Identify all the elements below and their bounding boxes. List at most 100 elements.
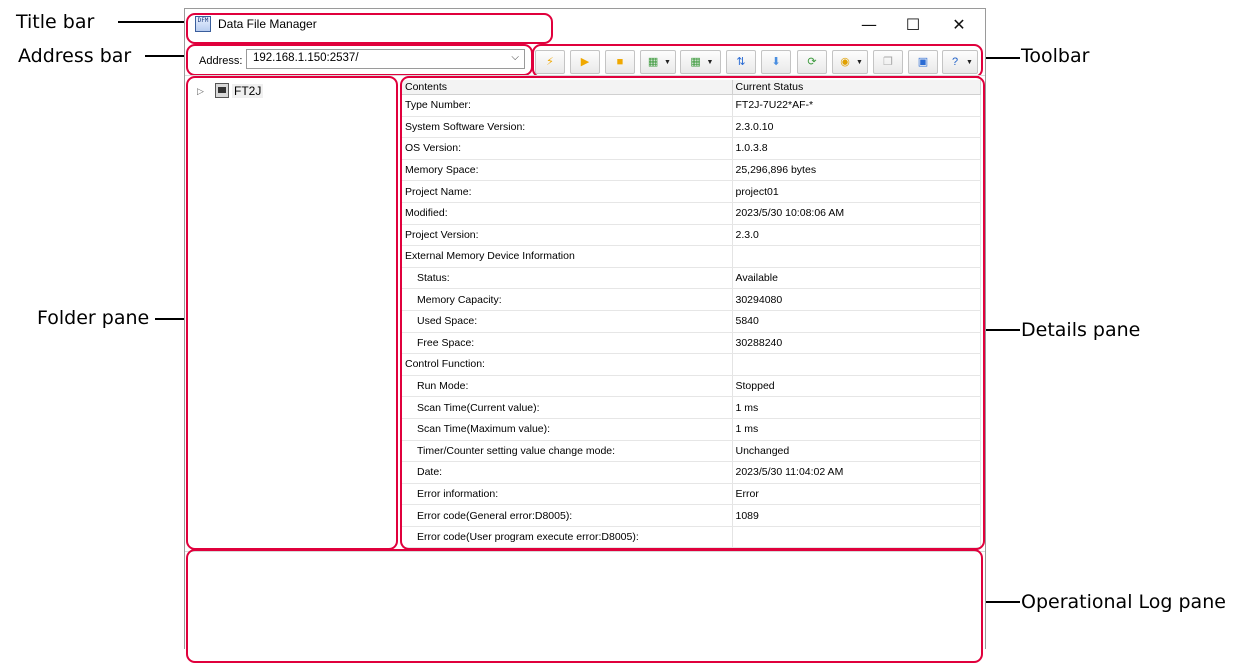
tree-item-ft2j[interactable]: FT2J bbox=[232, 84, 264, 98]
row-value bbox=[732, 353, 981, 376]
address-input[interactable]: 192.168.1.150:2537/ ⌵ bbox=[246, 49, 525, 69]
row-label: Memory Space: bbox=[402, 159, 733, 182]
minimize-button[interactable]: — bbox=[847, 11, 891, 37]
transfer-button[interactable]: ⇅ bbox=[726, 50, 756, 74]
row-label: Type Number: bbox=[402, 94, 733, 117]
details-pane[interactable]: Contents Current Status Type Number: FT2J… bbox=[402, 80, 982, 550]
close-icon: ✕ bbox=[952, 14, 966, 34]
row-value: FT2J-7U22*AF-* bbox=[732, 94, 981, 117]
leader-toolbar bbox=[980, 57, 1020, 59]
row-label: Scan Time(Maximum value): bbox=[402, 418, 733, 441]
table-row[interactable]: Modified: 2023/5/30 10:08:06 AM bbox=[402, 202, 981, 225]
stop-icon: ■ bbox=[616, 56, 624, 68]
row-label: Project Name: bbox=[402, 180, 733, 203]
minimize-icon: — bbox=[861, 14, 877, 34]
row-value: 1 ms bbox=[732, 396, 981, 419]
row-label: Project Version: bbox=[402, 224, 733, 247]
dropdown-arrow-icon[interactable]: ▼ bbox=[707, 59, 714, 66]
callout-details-pane: Details pane bbox=[1021, 319, 1141, 341]
table-row[interactable]: Scan Time(Current value): 1 ms bbox=[402, 396, 981, 419]
table-row[interactable]: Date: 2023/5/30 11:04:02 AM bbox=[402, 461, 981, 484]
table-row[interactable]: System Software Version: 2.3.0.10 bbox=[402, 116, 981, 139]
row-label: Used Space: bbox=[402, 310, 733, 333]
row-value: 1 ms bbox=[732, 418, 981, 441]
flash-button[interactable]: ⚡ bbox=[535, 50, 565, 74]
table-row[interactable]: Project Name: project01 bbox=[402, 180, 981, 203]
memory-button[interactable]: ◉ ▼ bbox=[832, 50, 868, 74]
row-label: Error code(General error:D8005): bbox=[402, 504, 733, 527]
column-header-contents[interactable]: Contents bbox=[402, 80, 733, 95]
table-row[interactable]: Run Mode: Stopped bbox=[402, 375, 981, 398]
stop-button[interactable]: ■ bbox=[605, 50, 635, 74]
export-button[interactable]: ▣ bbox=[908, 50, 938, 74]
copy-icon: ❐ bbox=[883, 56, 893, 68]
dropdown-arrow-icon[interactable]: ▼ bbox=[664, 59, 671, 66]
callout-folder-pane: Folder pane bbox=[37, 307, 150, 329]
row-label: Timer/Counter setting value change mode: bbox=[402, 440, 733, 463]
table-row[interactable]: Scan Time(Maximum value): 1 ms bbox=[402, 418, 981, 441]
table-row[interactable]: External Memory Device Information bbox=[402, 245, 981, 268]
row-label: Free Space: bbox=[402, 332, 733, 355]
copy-button[interactable]: ❐ bbox=[873, 50, 903, 74]
upload-icon: ▦ bbox=[647, 56, 659, 68]
column-header-current-status[interactable]: Current Status bbox=[732, 80, 981, 95]
address-value: 192.168.1.150:2537/ bbox=[253, 52, 359, 64]
details-table: Contents Current Status Type Number: FT2J… bbox=[402, 80, 981, 549]
row-label: OS Version: bbox=[402, 137, 733, 160]
row-value: 1.0.3.8 bbox=[732, 137, 981, 160]
leader-title-bar bbox=[118, 21, 185, 23]
close-button[interactable]: ✕ bbox=[937, 11, 981, 37]
table-row[interactable]: Error code(General error:D8005): 1089 bbox=[402, 504, 981, 527]
table-row[interactable]: Error information: Error bbox=[402, 483, 981, 506]
row-value: 5840 bbox=[732, 310, 981, 333]
callout-address-bar: Address bar bbox=[18, 45, 132, 67]
dropdown-arrow-icon[interactable]: ▼ bbox=[966, 59, 973, 66]
leader-operational-log-pane bbox=[980, 601, 1020, 603]
row-value: Stopped bbox=[732, 375, 981, 398]
import-button[interactable]: ⬇ bbox=[761, 50, 791, 74]
row-value: Available bbox=[732, 267, 981, 290]
address-label: Address: bbox=[199, 55, 243, 67]
export-icon: ▣ bbox=[917, 56, 929, 68]
help-icon: ? bbox=[951, 56, 959, 68]
table-row[interactable]: Project Version: 2.3.0 bbox=[402, 224, 981, 247]
expand-icon[interactable]: ▷ bbox=[197, 86, 204, 97]
row-label: External Memory Device Information bbox=[402, 245, 733, 268]
leader-details-pane bbox=[980, 329, 1020, 331]
upload-button[interactable]: ▦ ▼ bbox=[640, 50, 676, 74]
help-button[interactable]: ? ▼ bbox=[942, 50, 978, 74]
table-row[interactable]: OS Version: 1.0.3.8 bbox=[402, 137, 981, 160]
row-label: Status: bbox=[402, 267, 733, 290]
run-icon: ▶ bbox=[580, 56, 590, 68]
table-row[interactable]: Control Function: bbox=[402, 353, 981, 376]
table-row[interactable]: Used Space: 5840 bbox=[402, 310, 981, 333]
table-row[interactable]: Free Space: 30288240 bbox=[402, 332, 981, 355]
row-value bbox=[732, 245, 981, 268]
window-title: Data File Manager bbox=[218, 17, 317, 31]
table-row[interactable]: Status: Available bbox=[402, 267, 981, 290]
row-value: project01 bbox=[732, 180, 981, 203]
row-value: 30294080 bbox=[732, 288, 981, 311]
table-row[interactable]: Error code(User program execute error:D8… bbox=[402, 526, 981, 549]
maximize-button[interactable]: ☐ bbox=[891, 11, 935, 37]
table-row[interactable]: Type Number: FT2J-7U22*AF-* bbox=[402, 94, 981, 117]
row-label: Error code(User program execute error:D8… bbox=[402, 526, 733, 549]
table-row[interactable]: Memory Capacity: 30294080 bbox=[402, 288, 981, 311]
chevron-down-icon[interactable]: ⌵ bbox=[511, 52, 519, 63]
row-label: Date: bbox=[402, 461, 733, 484]
run-button[interactable]: ▶ bbox=[570, 50, 600, 74]
row-value: Error bbox=[732, 483, 981, 506]
import-icon: ⬇ bbox=[771, 56, 781, 68]
row-value: 1089 bbox=[732, 504, 981, 527]
table-row[interactable]: Memory Space: 25,296,896 bytes bbox=[402, 159, 981, 182]
maximize-icon: ☐ bbox=[905, 14, 921, 34]
folder-pane[interactable]: ▷ FT2J bbox=[188, 79, 396, 549]
plc-device-icon bbox=[215, 83, 229, 98]
row-label: Control Function: bbox=[402, 353, 733, 376]
operational-log-pane[interactable] bbox=[188, 554, 982, 649]
dropdown-arrow-icon[interactable]: ▼ bbox=[856, 59, 863, 66]
download-button[interactable]: ▦ ▼ bbox=[680, 50, 721, 74]
refresh-button[interactable]: ⟳ bbox=[797, 50, 827, 74]
row-label: Modified: bbox=[402, 202, 733, 225]
table-row[interactable]: Timer/Counter setting value change mode:… bbox=[402, 440, 981, 463]
